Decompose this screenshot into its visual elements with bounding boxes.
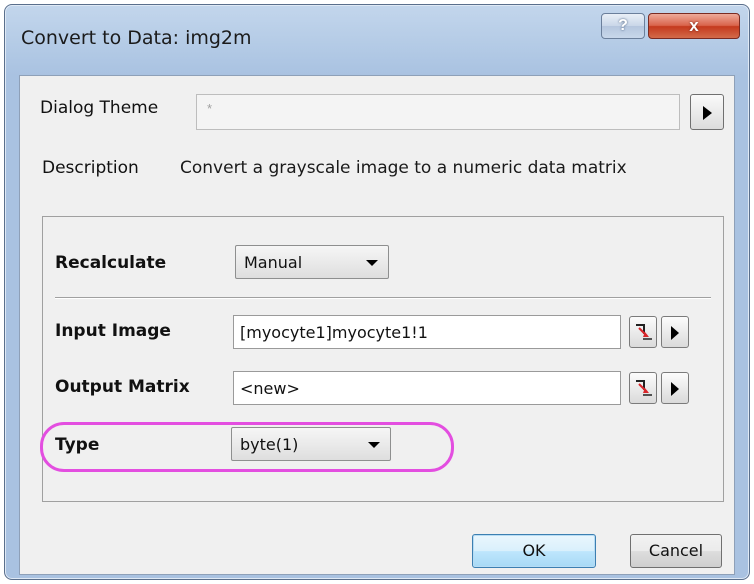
description-label: Description <box>42 158 139 178</box>
arrow-right-icon <box>703 106 712 120</box>
range-picker-icon <box>636 324 652 340</box>
range-picker-icon <box>636 380 652 396</box>
dialog-window: Convert to Data: img2m ? x Dialog Theme … <box>4 4 750 580</box>
dialog-theme-menu-button[interactable] <box>690 94 724 130</box>
close-button[interactable]: x <box>648 13 740 39</box>
input-image-label: Input Image <box>55 321 171 341</box>
input-image-picker-button[interactable] <box>629 316 657 348</box>
group-separator <box>55 297 711 299</box>
arrow-right-icon <box>671 382 679 396</box>
input-image-value: [myocyte1]myocyte1!1 <box>240 323 428 342</box>
dialog-theme-label: Dialog Theme <box>40 98 159 118</box>
output-matrix-label: Output Matrix <box>55 377 190 397</box>
output-matrix-menu-button[interactable] <box>661 372 689 404</box>
input-image-menu-button[interactable] <box>661 316 689 348</box>
window-title: Convert to Data: img2m <box>21 27 252 49</box>
chevron-down-icon <box>366 260 378 266</box>
output-matrix-value: <new> <box>240 379 300 398</box>
dialog-theme-field[interactable]: * <box>196 94 680 130</box>
type-row-highlight <box>40 422 454 472</box>
description-text: Convert a grayscale image to a numeric d… <box>180 158 627 178</box>
help-button[interactable]: ? <box>601 13 645 39</box>
arrow-right-icon <box>671 326 679 340</box>
title-bar[interactable]: Convert to Data: img2m ? x <box>5 5 749 71</box>
recalculate-dropdown[interactable]: Manual <box>235 245 389 279</box>
cancel-button[interactable]: Cancel <box>630 534 722 568</box>
recalculate-value: Manual <box>244 253 303 272</box>
output-matrix-field[interactable]: <new> <box>233 371 621 405</box>
input-image-field[interactable]: [myocyte1]myocyte1!1 <box>233 315 621 349</box>
output-matrix-picker-button[interactable] <box>629 372 657 404</box>
ok-button[interactable]: OK <box>472 534 596 568</box>
dialog-theme-value: * <box>207 101 213 116</box>
dialog-body: Dialog Theme * Description Convert a gra… <box>19 75 735 575</box>
recalculate-label: Recalculate <box>55 253 167 273</box>
